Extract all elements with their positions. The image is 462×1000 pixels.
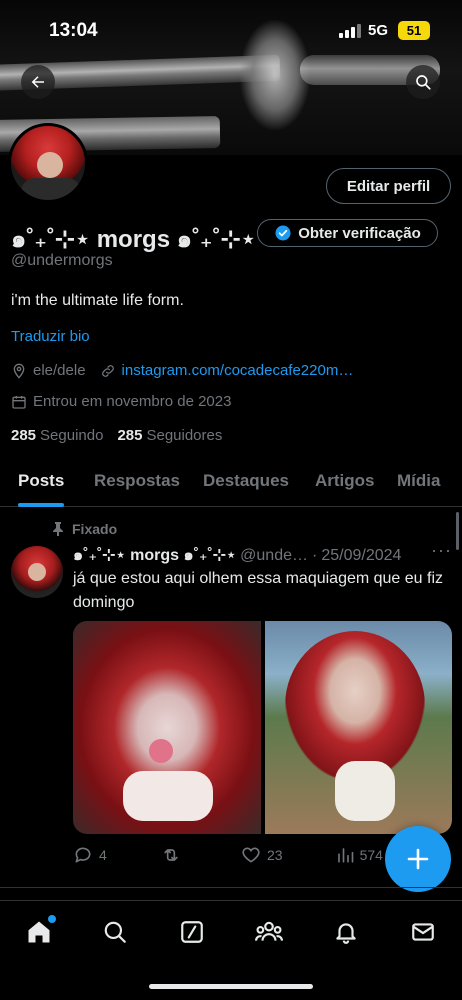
post-author-name[interactable]: ๑˚₊˚⊹⋆ morgs ๑˚₊˚⊹⋆ (73, 543, 236, 568)
home-indicator[interactable] (149, 984, 313, 989)
like-count: 23 (266, 847, 283, 863)
reply-button[interactable]: 4 (73, 845, 107, 865)
location-pin-icon (13, 363, 25, 379)
plus-icon (407, 848, 429, 870)
follow-stats: 285 Seguindo 285 Seguidores (11, 427, 222, 444)
verified-badge-icon (275, 225, 291, 241)
grok-icon (181, 921, 203, 943)
home-notification-dot (48, 915, 56, 923)
network-type: 5G (368, 22, 389, 39)
status-time: 13:04 (49, 20, 98, 41)
calendar-icon (12, 395, 26, 409)
compose-button[interactable] (385, 826, 451, 892)
like-button[interactable]: 23 (241, 845, 283, 865)
tab-articles[interactable]: Artigos (315, 455, 375, 507)
views-icon (337, 848, 353, 863)
following-label: Seguindo (40, 427, 104, 444)
back-button[interactable] (21, 65, 55, 99)
search-icon (416, 75, 431, 90)
search-button[interactable] (406, 65, 440, 99)
messages-icon (412, 923, 434, 941)
views-count: 574 (359, 847, 383, 863)
tab-highlights[interactable]: Destaques (203, 455, 289, 507)
pin-icon (53, 522, 63, 536)
followers-label: Seguidores (146, 427, 223, 444)
post-photo[interactable] (73, 621, 261, 834)
tab-replies[interactable]: Respostas (94, 455, 180, 507)
post-more-button[interactable]: ··· (431, 540, 452, 561)
post-text: já que estou aqui olhem essa maquiagem q… (73, 570, 444, 611)
profile-avatar[interactable] (8, 123, 88, 203)
profile-website-link[interactable]: instagram.com/cocadecafe220m… (122, 362, 354, 379)
tab-media[interactable]: Mídia (397, 455, 440, 507)
battery-level: 51 (406, 23, 422, 38)
following-link[interactable]: 285 Seguindo (11, 427, 103, 444)
photo-detail-hands (334, 761, 395, 821)
post-author-handle[interactable]: @unde… (240, 547, 308, 565)
edit-profile-button[interactable]: Editar perfil (326, 168, 451, 204)
nav-explore[interactable] (100, 917, 130, 947)
nav-notifications[interactable] (331, 917, 361, 947)
following-count: 285 (11, 427, 37, 444)
post-date[interactable]: 25/09/2024 (321, 547, 401, 565)
notifications-icon (336, 923, 356, 944)
profile-joined-date: Entrou em novembro de 2023 (33, 393, 232, 410)
post-avatar-face (28, 563, 46, 581)
nav-grok[interactable] (177, 917, 207, 947)
retweet-icon (164, 849, 178, 861)
post-separator: · (312, 546, 318, 564)
search-icon (104, 921, 126, 943)
reply-icon (75, 847, 91, 863)
post-header: ๑˚₊˚⊹⋆ morgs ๑˚₊˚⊹⋆ @unde… · 25/09/2024 (73, 543, 401, 568)
get-verified-button[interactable]: Obter verificação (257, 219, 438, 247)
followers-count: 285 (117, 427, 143, 444)
link-icon (101, 364, 114, 377)
pinned-label: Fixado (72, 521, 118, 537)
heart-icon (242, 847, 260, 863)
profile-tabs: Posts Respostas Destaques Artigos Mídia (0, 455, 462, 507)
translate-bio-link[interactable]: Traduzir bio (11, 328, 90, 345)
pinned-indicator: Fixado (52, 521, 117, 537)
photo-detail-mouth (149, 739, 173, 763)
signal-icon (339, 24, 361, 38)
nav-communities[interactable] (254, 917, 284, 947)
avatar-shirt (21, 178, 81, 200)
status-bar: 13:04 5G 51 (0, 0, 462, 60)
get-verified-label: Obter verificação (298, 224, 421, 242)
post-photo[interactable] (264, 621, 452, 834)
profile-pronouns: ele/dele (33, 362, 86, 379)
reply-count: 4 (99, 847, 107, 863)
post-author-avatar[interactable] (11, 546, 63, 598)
profile-bio: i'm the ultimate life form. (11, 292, 184, 309)
scrollbar[interactable] (456, 512, 459, 550)
nav-messages[interactable] (408, 917, 438, 947)
profile-handle: @undermorgs (11, 252, 113, 269)
photo-detail-hair (284, 631, 425, 781)
battery-icon: 51 (398, 21, 430, 40)
communities-icon (255, 921, 283, 941)
profile-meta-row: ele/dele instagram.com/cocadecafe220m… (11, 362, 353, 379)
followers-link[interactable]: 285 Seguidores (117, 427, 222, 444)
views-button[interactable]: 574 (336, 845, 383, 865)
nav-home[interactable] (24, 915, 56, 947)
post-media-grid (73, 621, 452, 834)
avatar-face (37, 152, 63, 178)
profile-joined-row: Entrou em novembro de 2023 (11, 393, 231, 410)
tab-posts[interactable]: Posts (18, 455, 65, 507)
feed-divider (0, 887, 462, 888)
photo-detail-hands (123, 771, 213, 821)
arrow-left-icon (31, 76, 44, 88)
retweet-button[interactable] (160, 845, 188, 865)
post-actions: 4 23 574 (73, 845, 383, 865)
